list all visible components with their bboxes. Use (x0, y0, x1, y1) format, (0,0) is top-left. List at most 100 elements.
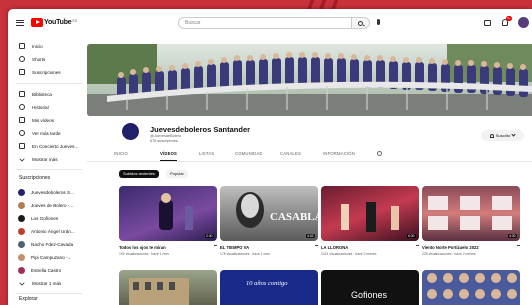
sidebar-item-label: Inicio (32, 43, 43, 49)
channel-name: Juevesdeboleros Santander (150, 125, 251, 134)
thumbnail-image: CASABLANCA (236, 192, 318, 228)
chip-recent[interactable]: Subidos recientes (119, 170, 159, 178)
more-options-icon[interactable] (416, 245, 418, 251)
channel-avatar (18, 188, 25, 196)
thumbnail-image (341, 202, 399, 232)
tab-videos[interactable]: VÍDEOS (160, 147, 178, 161)
video-title[interactable]: LA LLORONA (321, 245, 348, 250)
sidebar-item-subscriptions[interactable]: Suscripciones (8, 66, 86, 78)
divider (16, 293, 82, 294)
youtube-logo[interactable]: YouTube ES (31, 18, 77, 27)
thumbnail-image (129, 278, 189, 305)
tab-inicio[interactable]: INICIO (114, 147, 128, 161)
sidebar-sub-item[interactable]: Estrella Castro (8, 264, 86, 276)
tab-canales[interactable]: CANALES (280, 147, 301, 161)
sidebar: Inicio Shorts Suscripciones Biblioteca H… (8, 36, 86, 305)
sidebar-sub-item[interactable]: Los Gofiones (8, 212, 86, 224)
my-videos-icon (19, 117, 25, 123)
tabs-divider (87, 161, 532, 162)
search-icon[interactable] (377, 151, 382, 156)
sidebar-item-label: Mostrar más (32, 156, 58, 162)
sidebar-sub-item[interactable]: Jueves de Bolero -... (8, 199, 86, 211)
divider (16, 83, 82, 84)
shorts-icon (19, 56, 25, 62)
sidebar-item-library[interactable]: Biblioteca (8, 88, 86, 100)
video-thumbnail[interactable]: CASABLANCA 4:02 (220, 186, 318, 241)
video-title[interactable]: Viento Norte Portizuelo 2022 (422, 245, 479, 250)
sidebar-item-label: Mis vídeos (32, 117, 54, 123)
logo-text: YouTube (44, 19, 72, 26)
video-duration: 2:40 (204, 234, 214, 238)
video-title[interactable]: EL TIEMPO VA (220, 245, 249, 250)
banner-image (87, 44, 532, 116)
watch-later-icon (19, 130, 25, 136)
video-thumbnail[interactable]: 4:30 (422, 186, 520, 241)
thumbnail-image (427, 273, 517, 299)
explore-heading: Explorar (19, 296, 38, 302)
video-thumbnail[interactable] (422, 270, 520, 305)
bell-icon (489, 133, 494, 138)
chevron-down-icon (19, 156, 25, 162)
search-input[interactable]: Buscar (178, 17, 352, 29)
tab-informacion[interactable]: INFORMACIÓN (323, 147, 355, 161)
library-icon (19, 91, 25, 97)
more-options-icon[interactable] (315, 245, 317, 251)
playlist-icon (19, 143, 25, 149)
mic-icon[interactable] (377, 19, 380, 25)
video-thumbnail[interactable]: Gofiones (321, 270, 419, 305)
video-title[interactable]: Todos los ojos te miran (119, 245, 166, 250)
video-thumbnail[interactable]: 2:40 (119, 186, 217, 241)
tab-comunidad[interactable]: COMUNIDAD (235, 147, 263, 161)
sidebar-item-label: Los Gofiones (31, 215, 59, 221)
sidebar-item-label: Ver más tarde (32, 130, 61, 136)
channel-avatar (18, 201, 25, 209)
avatar[interactable] (518, 17, 529, 28)
sidebar-item-playlist[interactable]: En Concierto Jueves... (8, 140, 86, 152)
sidebar-item-label: Estrella Castro (31, 267, 62, 273)
more-options-icon[interactable] (517, 245, 519, 251)
divider (16, 169, 82, 170)
sidebar-item-label: Juevesdeboleros S... (31, 189, 74, 195)
youtube-window: YouTube ES Buscar 9+ Inicio Shorts Suscr… (8, 9, 532, 305)
sidebar-item-label: Nacho Fdez-Cavada (31, 241, 74, 247)
video-meta: 1021 visualizaciones · hace 2 meses (321, 252, 377, 256)
search-button[interactable] (352, 17, 370, 29)
sidebar-item-my-videos[interactable]: Mis vídeos (8, 114, 86, 126)
more-options-icon[interactable] (214, 245, 216, 251)
home-icon (19, 43, 25, 49)
channel-avatar[interactable] (121, 122, 140, 141)
video-thumbnail[interactable]: 10 años contigo (220, 270, 318, 305)
history-icon (19, 104, 25, 110)
sidebar-sub-item[interactable]: Nacho Fdez-Cavada (8, 238, 86, 250)
sidebar-item-label: Pipi Campuzano -... (31, 254, 72, 260)
sidebar-item-label: Antonio Ángel Urán... (31, 228, 75, 234)
sidebar-item-shorts[interactable]: Shorts (8, 53, 86, 65)
sidebar-item-history[interactable]: Historial (8, 101, 86, 113)
sidebar-sub-item[interactable]: Juevesdeboleros S... (8, 186, 86, 198)
video-thumbnail[interactable] (119, 270, 217, 305)
video-thumbnail[interactable]: 6:30 (321, 186, 419, 241)
menu-icon[interactable] (16, 20, 24, 26)
sidebar-sub-item[interactable]: Pipi Campuzano -... (8, 251, 86, 263)
thumbnail-image (159, 193, 193, 230)
subscribe-label: Suscrito (495, 133, 511, 138)
channel-avatar (18, 253, 25, 261)
sidebar-sub-item[interactable]: Antonio Ángel Urán... (8, 225, 86, 237)
sidebar-item-label: Shorts (32, 56, 46, 62)
thumbnail-overlay-text: Gofiones (351, 290, 388, 300)
channel-avatar (18, 227, 25, 235)
video-meta: 192 visualizaciones · hace 1 mes (119, 252, 169, 256)
video-duration: 4:02 (305, 234, 315, 238)
sidebar-item-home[interactable]: Inicio (8, 40, 86, 52)
create-icon[interactable] (484, 20, 491, 26)
sidebar-item-show-more-subs[interactable]: Mostrar 1 más (8, 277, 86, 289)
sidebar-item-show-more[interactable]: Mostrar más (8, 153, 86, 165)
chip-popular[interactable]: Popular (166, 170, 188, 178)
subscribed-button[interactable]: Suscrito (481, 130, 524, 141)
thumbnail-overlay-text: 10 años contigo (246, 280, 288, 287)
video-meta: 225 visualizaciones · hace 2 meses (422, 252, 476, 256)
channel-tabs: INICIO VÍDEOS LISTAS COMUNIDAD CANALES I… (87, 147, 532, 161)
tab-listas[interactable]: LISTAS (199, 147, 214, 161)
channel-handle: @JuevesdeBolero (150, 134, 182, 138)
sidebar-item-watch-later[interactable]: Ver más tarde (8, 127, 86, 139)
